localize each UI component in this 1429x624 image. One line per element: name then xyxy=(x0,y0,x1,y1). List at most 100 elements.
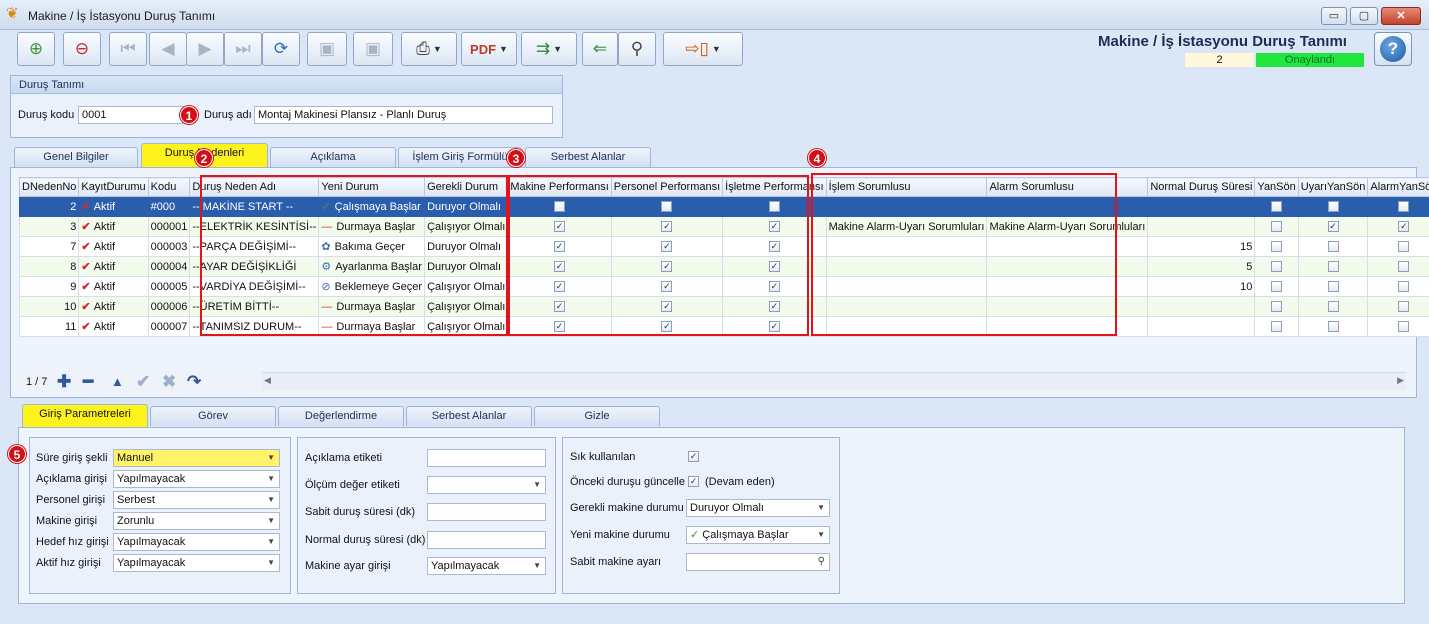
onceki-durus-checkbox[interactable]: ✓ xyxy=(688,476,699,487)
tab-giris-parametreleri[interactable]: Giriş Parametreleri xyxy=(22,404,148,428)
param-select[interactable]: Serbest ▼ xyxy=(113,491,280,509)
cell-kodu[interactable]: 000005 xyxy=(147,276,191,297)
tab-gizle[interactable]: Gizle xyxy=(534,406,660,426)
column-header[interactable]: AlarmYanSön xyxy=(1367,177,1429,197)
durus-kodu-field[interactable]: 0001 xyxy=(78,106,183,124)
tab-degerlendirme[interactable]: Değerlendirme xyxy=(278,406,404,426)
cell-a[interactable] xyxy=(1367,316,1429,337)
param-field[interactable]: ▼ xyxy=(427,476,546,494)
cell-a[interactable] xyxy=(1367,256,1429,277)
cell-sure[interactable]: 5 xyxy=(1147,256,1256,277)
cell-y[interactable] xyxy=(1254,276,1299,297)
cell-u[interactable] xyxy=(1297,316,1369,337)
cell-u[interactable] xyxy=(1297,256,1369,277)
cell-a[interactable]: ✓ xyxy=(1367,216,1429,237)
cell-kodu[interactable]: 000003 xyxy=(147,236,191,257)
cell-u[interactable] xyxy=(1297,296,1369,317)
confirm-icon[interactable]: ✔ xyxy=(136,372,150,392)
param-select[interactable]: Yapılmayacak ▼ xyxy=(113,533,280,551)
cell-kayit[interactable]: ✔ Aktif xyxy=(78,316,149,337)
checkbox[interactable] xyxy=(1398,321,1410,333)
help-button[interactable]: ? xyxy=(1374,32,1412,66)
param-field[interactable] xyxy=(427,449,546,467)
cell-u[interactable] xyxy=(1297,236,1369,257)
scroll-left-icon[interactable]: ◀ xyxy=(264,375,271,386)
cell-no[interactable]: 3 xyxy=(18,216,80,237)
new-record-button[interactable]: ⊕ xyxy=(17,32,55,66)
column-header[interactable]: UyarıYanSön xyxy=(1297,177,1369,197)
cell-no[interactable]: 9 xyxy=(18,276,80,297)
cell-kodu[interactable]: 000006 xyxy=(147,296,191,317)
move-up-icon[interactable]: ▲ xyxy=(111,374,124,389)
column-header[interactable]: YanSön xyxy=(1254,177,1299,197)
checkbox[interactable] xyxy=(1327,321,1339,333)
cell-sure[interactable] xyxy=(1147,196,1256,217)
add-row-icon[interactable]: ✚ xyxy=(57,372,71,392)
param-select[interactable]: Yapılmayacak ▼ xyxy=(113,470,280,488)
gerekli-makine-select[interactable]: Duruyor Olmalı ▼ xyxy=(686,499,830,517)
column-header[interactable]: Normal Duruş Süresi xyxy=(1147,177,1256,197)
durus-adi-field[interactable]: Montaj Makinesi Plansız - Planlı Duruş xyxy=(254,106,553,124)
print-button[interactable]: ⎙ ▼ xyxy=(401,32,457,66)
checkbox[interactable]: ✓ xyxy=(1398,221,1410,233)
cell-kodu[interactable]: 000004 xyxy=(147,256,191,277)
cell-kodu[interactable]: 000001 xyxy=(147,216,191,237)
checkbox[interactable] xyxy=(1271,201,1283,213)
cell-no[interactable]: 11 xyxy=(18,316,80,337)
search-tool-button[interactable]: ⚲ xyxy=(618,32,656,66)
checkbox[interactable] xyxy=(1271,321,1283,333)
cell-a[interactable] xyxy=(1367,296,1429,317)
cell-u[interactable]: ✓ xyxy=(1297,216,1369,237)
cancel-edit-icon[interactable]: ✖ xyxy=(162,372,176,392)
checkbox[interactable] xyxy=(1271,281,1283,293)
last-record-button[interactable]: ⏭ xyxy=(224,32,262,66)
cell-kayit[interactable]: ✔ Aktif xyxy=(78,196,149,217)
tab-islem-giris-formulu[interactable]: İşlem Giriş Formülü xyxy=(398,147,522,167)
cell-no[interactable]: 2 xyxy=(18,196,80,217)
close-button[interactable]: ✕ xyxy=(1381,7,1421,25)
horizontal-scrollbar[interactable]: ◀ ▶ xyxy=(262,372,1406,390)
remove-row-icon[interactable]: ━ xyxy=(83,372,93,392)
param-select[interactable]: Manuel ▼ xyxy=(113,449,280,467)
cell-y[interactable] xyxy=(1254,216,1299,237)
param-field[interactable]: Yapılmayacak ▼ xyxy=(427,557,546,575)
maximize-button[interactable]: ▢ xyxy=(1350,7,1378,25)
first-record-button[interactable]: ⏮ xyxy=(109,32,147,66)
refresh-button[interactable]: ⟳ xyxy=(262,32,300,66)
cell-sure[interactable] xyxy=(1147,216,1256,237)
cancel-save-button[interactable]: ▣ xyxy=(353,32,393,66)
param-select[interactable]: Zorunlu ▼ xyxy=(113,512,280,530)
param-select[interactable]: Yapılmayacak ▼ xyxy=(113,554,280,572)
checkbox[interactable] xyxy=(1271,221,1283,233)
cell-no[interactable]: 7 xyxy=(18,236,80,257)
pdf-button[interactable]: PDF ▼ xyxy=(461,32,517,66)
checkbox[interactable] xyxy=(1327,261,1339,273)
cell-sure[interactable] xyxy=(1147,316,1256,337)
checkbox[interactable] xyxy=(1271,261,1283,273)
tab-serbest-alanlar[interactable]: Serbest Alanlar xyxy=(525,147,651,167)
cell-sure[interactable] xyxy=(1147,296,1256,317)
cell-u[interactable] xyxy=(1297,196,1369,217)
cell-kayit[interactable]: ✔ Aktif xyxy=(78,236,149,257)
cell-no[interactable]: 10 xyxy=(18,296,80,317)
checkbox[interactable] xyxy=(1327,281,1339,293)
import-button[interactable]: ⇐ xyxy=(582,32,618,66)
checkbox[interactable] xyxy=(1271,301,1283,313)
cell-kayit[interactable]: ✔ Aktif xyxy=(78,276,149,297)
lookup-icon[interactable]: ⚲ xyxy=(818,554,825,570)
cell-y[interactable] xyxy=(1254,256,1299,277)
cell-kayit[interactable]: ✔ Aktif xyxy=(78,296,149,317)
param-field[interactable] xyxy=(427,531,546,549)
save-button[interactable]: ▣ xyxy=(307,32,347,66)
column-header[interactable]: Kodu xyxy=(147,177,191,197)
tab-genel-bilgiler[interactable]: Genel Bilgiler xyxy=(14,147,138,167)
column-header[interactable]: DNedenNo xyxy=(18,177,80,197)
checkbox[interactable] xyxy=(1398,241,1410,253)
checkbox[interactable] xyxy=(1271,241,1283,253)
checkbox[interactable] xyxy=(1327,301,1339,313)
cell-u[interactable] xyxy=(1297,276,1369,297)
checkbox[interactable] xyxy=(1398,281,1410,293)
delete-record-button[interactable]: ⊖ xyxy=(63,32,101,66)
cell-a[interactable] xyxy=(1367,196,1429,217)
exit-button[interactable]: ⇨▯ ▼ xyxy=(663,32,743,66)
